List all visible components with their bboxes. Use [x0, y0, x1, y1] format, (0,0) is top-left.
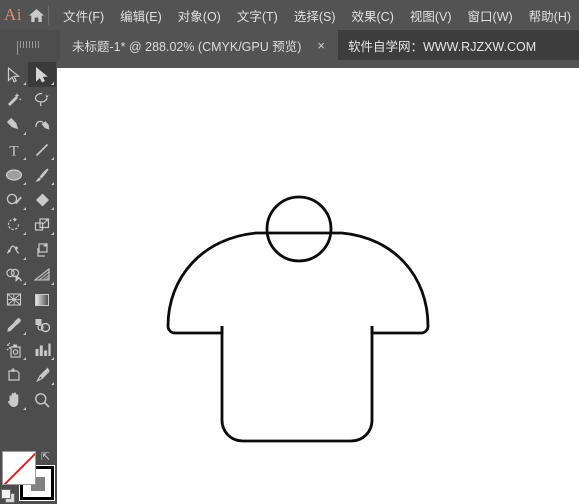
- paintbrush-tool-icon[interactable]: [28, 162, 56, 187]
- tool-flyout-indicator: [23, 132, 26, 135]
- menu-edit[interactable]: 编辑(E): [112, 3, 170, 28]
- rotate-tool-icon[interactable]: [0, 212, 28, 237]
- default-fill-stroke-icon[interactable]: [1, 489, 15, 503]
- tool-flyout-indicator: [23, 332, 26, 335]
- app-logo: Ai: [3, 5, 22, 24]
- ellipse-tool-icon[interactable]: [0, 162, 28, 187]
- free-transform-tool-icon[interactable]: [28, 237, 56, 262]
- head-circle: [265, 195, 333, 263]
- menu-type[interactable]: 文字(T): [229, 3, 286, 28]
- tool-flyout-indicator: [51, 207, 54, 210]
- tool-flyout-indicator: [23, 182, 26, 185]
- artboard-canvas[interactable]: [57, 68, 579, 504]
- svg-text:T: T: [9, 143, 18, 158]
- document-tab-title: 未标题-1* @ 288.02% (CMYK/GPU 预览): [72, 39, 302, 54]
- document-tab[interactable]: 未标题-1* @ 288.02% (CMYK/GPU 预览) ×: [60, 30, 340, 60]
- tool-flyout-indicator: [23, 282, 26, 285]
- line-segment-tool-icon[interactable]: [28, 137, 56, 162]
- tool-flyout-indicator: [23, 357, 26, 360]
- lasso-tool-icon[interactable]: [28, 87, 56, 112]
- fill-swatch[interactable]: [2, 451, 36, 485]
- shirt-sleeves-outline: [166, 231, 430, 335]
- swap-fill-stroke-icon[interactable]: ⇱: [41, 450, 50, 463]
- shape-builder-tool-icon[interactable]: [0, 262, 28, 287]
- close-icon[interactable]: ×: [313, 38, 329, 53]
- tool-flyout-indicator: [51, 382, 54, 385]
- menu-file[interactable]: 文件(F): [55, 3, 112, 28]
- artboard-tool-icon[interactable]: [0, 362, 28, 387]
- t-shirt-outline-drawing: [166, 195, 430, 443]
- direct-selection-tool-icon[interactable]: [28, 62, 56, 87]
- tool-flyout-indicator: [23, 207, 26, 210]
- toolbar-header: «: [0, 30, 60, 69]
- tool-flyout-indicator: [51, 157, 54, 160]
- tool-flyout-indicator: [23, 257, 26, 260]
- none-slash-icon: [3, 452, 35, 484]
- tool-grid: T: [0, 62, 57, 412]
- slice-tool-icon[interactable]: [28, 362, 56, 387]
- mesh-tool-icon[interactable]: [0, 287, 28, 312]
- tool-flyout-indicator: [51, 282, 54, 285]
- illustrator-window: Ai 文件(F) 编辑(E) 对象(O) 文字(T) 选择(S) 效果(C) 视…: [0, 0, 579, 504]
- column-graph-tool-icon[interactable]: [28, 337, 56, 362]
- menu-object[interactable]: 对象(O): [170, 3, 229, 28]
- perspective-grid-tool-icon[interactable]: [28, 262, 56, 287]
- curvature-tool-icon[interactable]: [28, 112, 56, 137]
- magic-wand-tool-icon[interactable]: [0, 87, 28, 112]
- width-tool-icon[interactable]: [0, 237, 28, 262]
- watermark-text: 软件自学网：WWW.RJZXW.COM: [348, 39, 537, 54]
- menu-bar: Ai 文件(F) 编辑(E) 对象(O) 文字(T) 选择(S) 效果(C) 视…: [0, 0, 579, 30]
- tool-flyout-indicator: [23, 82, 26, 85]
- tools-panel: T ⇱: [0, 60, 57, 504]
- tool-flyout-indicator: [51, 232, 54, 235]
- toolbar-drag-handle[interactable]: [17, 41, 43, 55]
- tool-flyout-indicator: [51, 182, 54, 185]
- blend-tool-icon[interactable]: [28, 312, 56, 337]
- eraser-tool-icon[interactable]: [28, 187, 56, 212]
- tool-flyout-indicator: [23, 157, 26, 160]
- eyedropper-tool-icon[interactable]: [0, 312, 28, 337]
- document-tab-bar: « 未标题-1* @ 288.02% (CMYK/GPU 预览) × 软件自学网…: [0, 30, 579, 69]
- tool-flyout-indicator: [51, 82, 54, 85]
- shirt-torso-outline: [220, 326, 374, 443]
- tool-flyout-indicator: [51, 357, 54, 360]
- menu-separator: [48, 5, 50, 25]
- menu-window[interactable]: 窗口(W): [460, 3, 521, 28]
- color-controls: ⇱: [0, 405, 57, 504]
- menu-view[interactable]: 视图(V): [402, 3, 460, 28]
- tool-flyout-indicator: [23, 232, 26, 235]
- gradient-tool-icon[interactable]: [28, 287, 56, 312]
- menu-help[interactable]: 帮助(H): [521, 3, 579, 28]
- type-tool-icon[interactable]: T: [0, 137, 28, 162]
- selection-tool-icon[interactable]: [0, 62, 28, 87]
- symbol-sprayer-tool-icon[interactable]: [0, 337, 28, 362]
- menu-effect[interactable]: 效果(C): [344, 3, 402, 28]
- home-icon[interactable]: [26, 0, 47, 30]
- menu-select[interactable]: 选择(S): [286, 3, 344, 28]
- shaper-tool-icon[interactable]: [0, 187, 28, 212]
- pen-tool-icon[interactable]: [0, 112, 28, 137]
- scale-tool-icon[interactable]: [28, 212, 56, 237]
